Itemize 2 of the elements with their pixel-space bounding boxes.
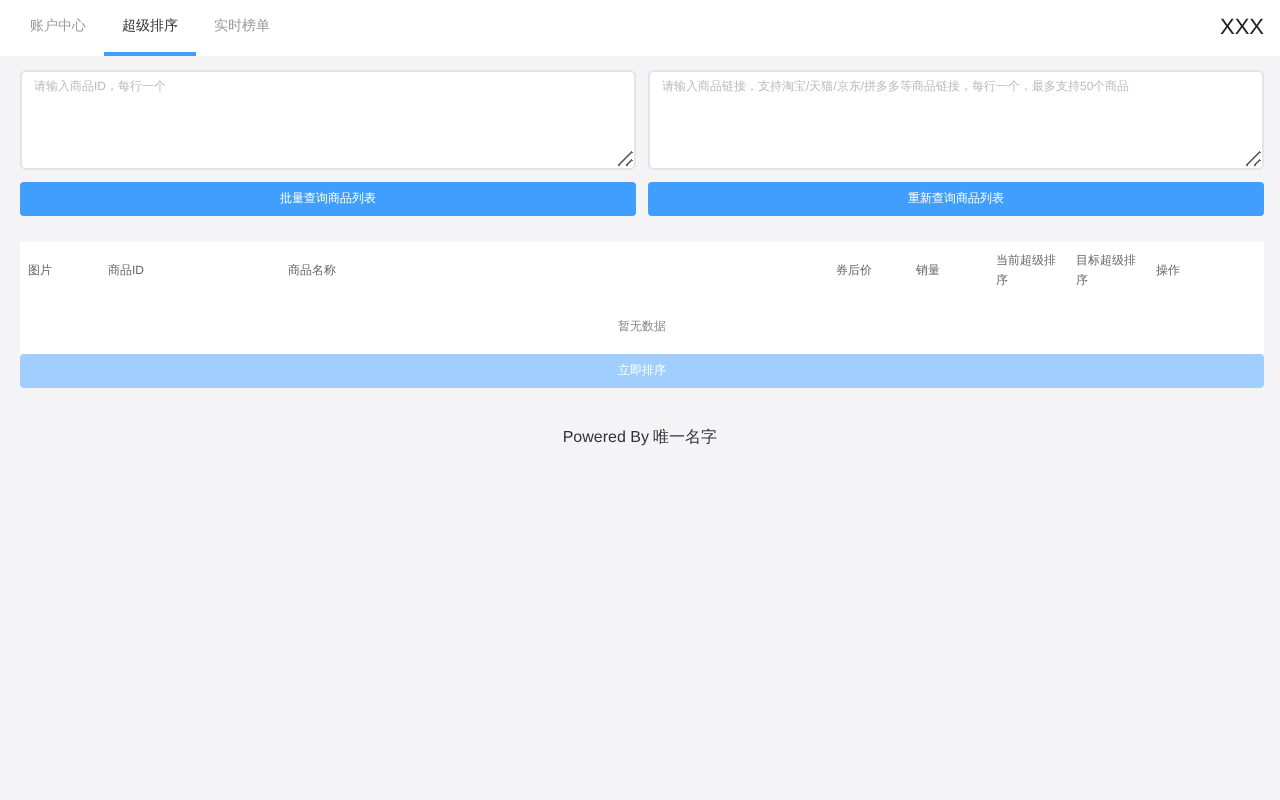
footer-text: Powered By 唯一名字 xyxy=(560,426,720,448)
user-name: XXX xyxy=(1219,16,1264,40)
